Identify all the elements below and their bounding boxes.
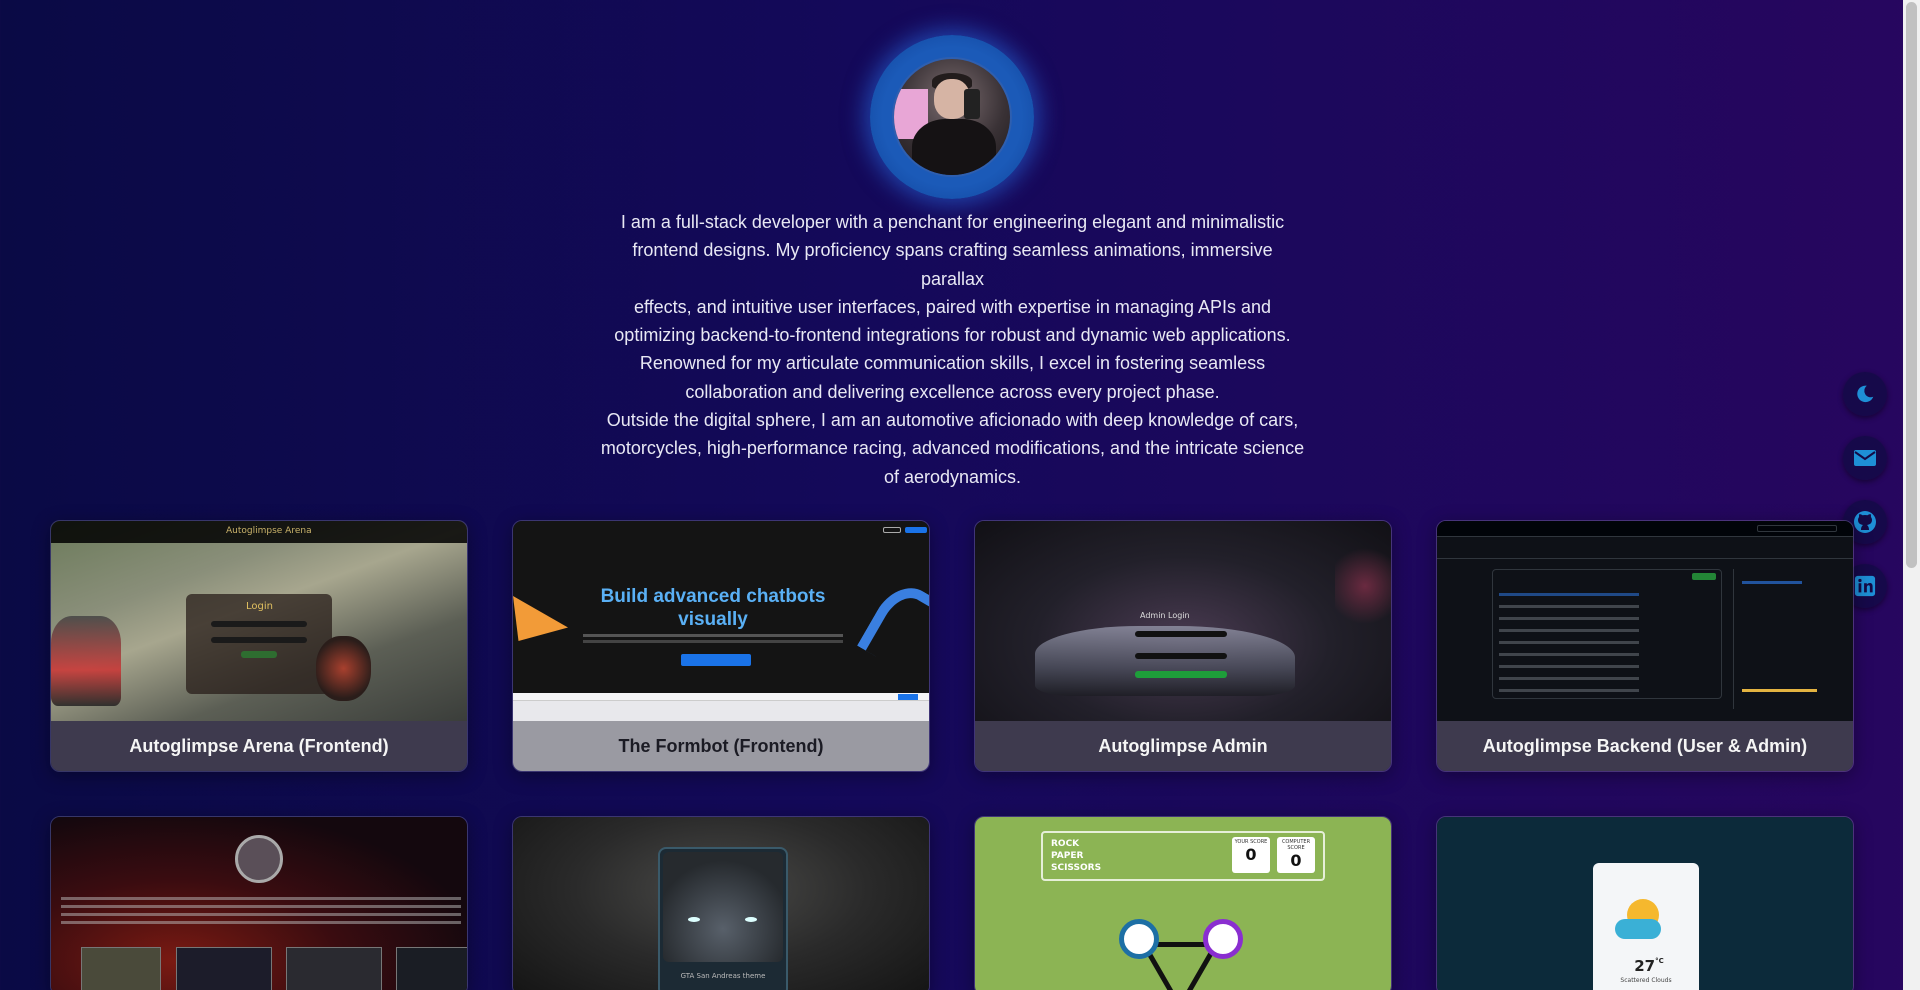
preview-header: Autoglimpse Arena [226, 526, 312, 536]
project-title: The Formbot (Frontend) [513, 721, 929, 771]
project-preview: 27°C Scattered Clouds [1437, 817, 1853, 990]
scissors-option[interactable] [1203, 919, 1243, 959]
project-card-formbot[interactable]: Build advanced chatbots visually The For… [512, 520, 930, 772]
bio-line: of aerodynamics. [883, 466, 1022, 487]
project-card-rock-paper-scissors[interactable]: ROCK PAPER SCISSORS YOUR SCORE 0 COMPUTE… [974, 816, 1392, 990]
rock-option[interactable] [1119, 919, 1159, 959]
project-preview [51, 817, 467, 990]
theme-toggle-button[interactable] [1843, 372, 1887, 416]
project-preview: ROCK PAPER SCISSORS YOUR SCORE 0 COMPUTE… [975, 817, 1391, 990]
project-preview: Autoglimpse Arena Login [51, 521, 467, 723]
project-title: Autoglimpse Backend (User & Admin) [1437, 721, 1853, 771]
avatar [892, 57, 1012, 177]
project-card-gta-theme[interactable]: GTA San Andreas theme [512, 816, 930, 990]
project-title: Autoglimpse Arena (Frontend) [51, 721, 467, 771]
bio-line: motorcycles, high-performance racing, ad… [600, 438, 1305, 459]
mail-icon [1854, 450, 1876, 466]
project-title: Autoglimpse Admin [975, 721, 1391, 771]
project-card-portfolio[interactable] [50, 816, 468, 990]
bio-line: I am a full-stack developer with a pench… [620, 212, 1285, 232]
moon-icon [1857, 385, 1874, 403]
bio-line: Outside the digital sphere, I am an auto… [606, 410, 1299, 431]
linkedin-icon [1854, 575, 1876, 597]
bio-line: frontend designs. My proficiency spans c… [632, 240, 1273, 289]
game-title: ROCK [1051, 839, 1080, 849]
page-scrollbar[interactable] [1903, 0, 1920, 990]
preview-login-title: Admin Login [1140, 611, 1190, 620]
weather-condition: Scattered Clouds [1620, 977, 1672, 984]
preview-headline: Build advanced chatbots [600, 586, 826, 607]
github-icon [1854, 511, 1876, 533]
score-label: COMPUTER SCORE [1281, 839, 1311, 851]
preview-caption: GTA San Andreas theme [680, 972, 766, 980]
bio-line: optimizing backend-to-frontend integrati… [614, 325, 1291, 346]
preview-login-title: Login [246, 601, 273, 612]
preview-headline: visually [678, 609, 748, 630]
temperature-unit: °C [1655, 957, 1664, 965]
bio-line: Renowned for my articulate communication… [639, 353, 1266, 374]
project-card-weather[interactable]: 27°C Scattered Clouds [1436, 816, 1854, 990]
game-title: SCISSORS [1051, 863, 1102, 873]
project-preview [1437, 521, 1853, 723]
project-card-autoglimpse-admin[interactable]: Admin Login Autoglimpse Admin [974, 520, 1392, 772]
bio-line: collaboration and delivering excellence … [685, 381, 1220, 402]
bio-text: I am a full-stack developer with a pench… [600, 208, 1305, 491]
score-value: 0 [1290, 851, 1302, 870]
project-card-autoglimpse-arena[interactable]: Autoglimpse Arena Login Autoglimpse Aren… [50, 520, 468, 772]
score-value: 0 [1245, 845, 1257, 864]
game-title: PAPER [1051, 851, 1084, 861]
bio-line: effects, and intuitive user interfaces, … [633, 296, 1272, 317]
scrollbar-thumb[interactable] [1906, 2, 1917, 568]
project-preview: Admin Login [975, 521, 1391, 723]
project-card-autoglimpse-backend[interactable]: Autoglimpse Backend (User & Admin) [1436, 520, 1854, 772]
email-button[interactable] [1843, 436, 1887, 480]
project-preview: Build advanced chatbots visually [513, 521, 929, 723]
project-preview: GTA San Andreas theme [513, 817, 929, 990]
profile-avatar-ring [870, 35, 1034, 199]
temperature-value: 27 [1634, 957, 1656, 975]
